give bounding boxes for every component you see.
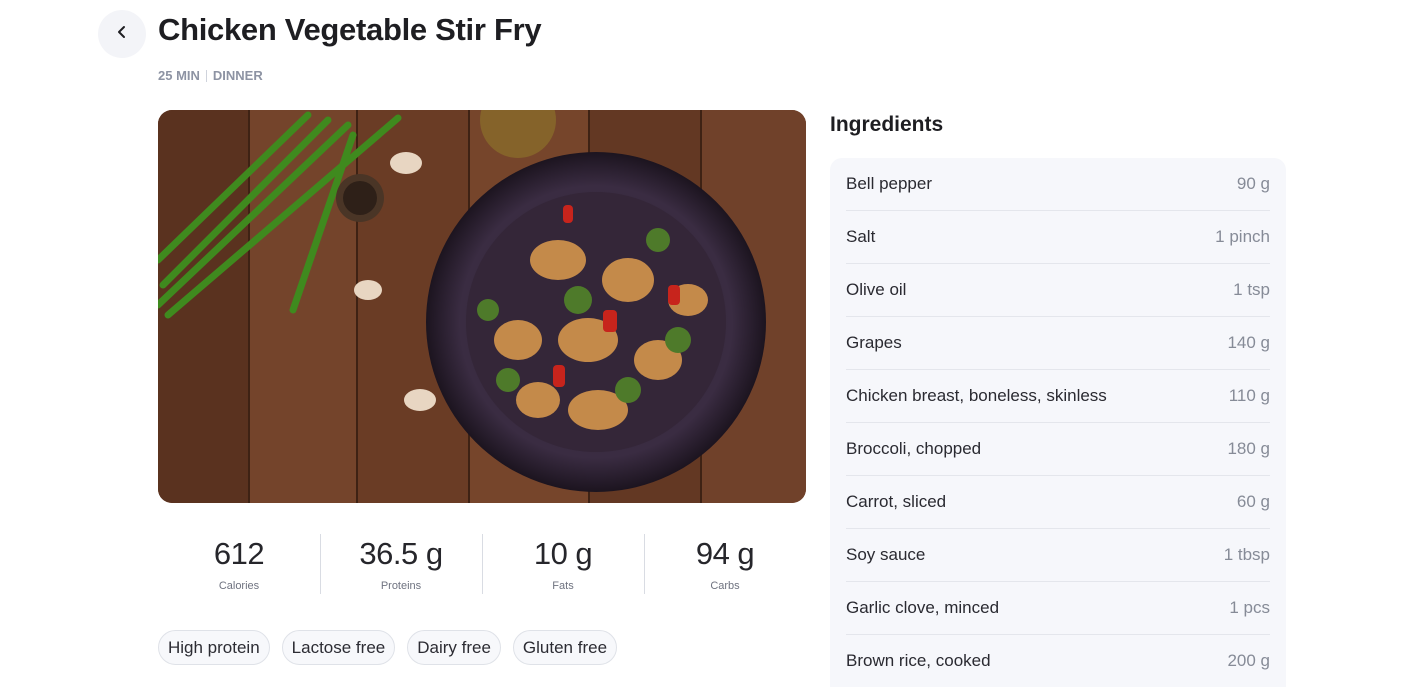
nutrition-value: 36.5 g [359, 536, 443, 571]
ingredient-quantity: 60 g [1236, 492, 1270, 511]
tag-gluten-free[interactable]: Gluten free [512, 630, 618, 665]
ingredient-name: Grapes [846, 333, 902, 352]
ingredient-name: Olive oil [846, 280, 907, 299]
ingredient-row: Bell pepper 90 g [846, 158, 1270, 211]
ingredient-row: Olive oil 1 tsp [846, 264, 1270, 317]
ingredient-quantity: 140 g [1227, 333, 1270, 352]
ingredient-quantity: 110 g [1228, 386, 1270, 405]
ingredient-row: Salt 1 pinch [846, 211, 1270, 264]
nutrition-carbs: 94 g Carbs [644, 534, 806, 596]
ingredient-row: Grapes 140 g [846, 317, 1270, 370]
tag-high-protein[interactable]: High protein [158, 630, 270, 665]
nutrition-proteins: 36.5 g Proteins [320, 534, 482, 596]
ingredient-name: Salt [846, 227, 876, 246]
nutrition-fats: 10 g Fats [482, 534, 644, 596]
diet-tags: High protein Lactose free Dairy free Glu… [158, 630, 618, 665]
meta-divider [205, 70, 207, 82]
ingredients-heading: Ingredients [830, 113, 944, 136]
ingredient-quantity: 180 g [1227, 439, 1270, 458]
nutrition-value: 94 g [695, 536, 755, 571]
recipe-meta: 25 MIN DINNER [158, 68, 263, 84]
ingredient-row: Carrot, sliced 60 g [846, 476, 1270, 529]
tag-lactose-free[interactable]: Lactose free [281, 630, 396, 665]
ingredient-quantity: 1 tbsp [1223, 545, 1270, 564]
recipe-photo [158, 110, 806, 503]
ingredient-name: Broccoli, chopped [846, 439, 982, 458]
ingredient-name: Chicken breast, boneless, skinless [846, 386, 1107, 405]
nutrition-value: 612 [213, 536, 265, 571]
nutrition-summary: 612 Calories 36.5 g Proteins 10 g Fats 9… [158, 534, 806, 596]
cook-time: 25 MIN [158, 68, 200, 83]
ingredient-row: Broccoli, chopped 180 g [846, 423, 1270, 476]
nutrition-label: Calories [218, 580, 260, 592]
ingredient-name: Garlic clove, minced [846, 598, 1000, 617]
tag-dairy-free[interactable]: Dairy free [407, 630, 501, 665]
ingredient-quantity: 1 pcs [1229, 598, 1270, 617]
ingredient-row: Soy sauce 1 tbsp [846, 529, 1270, 582]
ingredient-name: Carrot, sliced [846, 492, 947, 511]
ingredient-row: Garlic clove, minced 1 pcs [846, 582, 1270, 635]
nutrition-calories: 612 Calories [158, 534, 320, 596]
ingredient-quantity: 1 tsp [1233, 280, 1270, 299]
back-button[interactable] [98, 10, 146, 58]
meal-category: DINNER [212, 68, 263, 83]
nutrition-label: Fats [552, 580, 574, 592]
nutrition-value: 10 g [533, 536, 593, 571]
page-title: Chicken Vegetable Stir Fry [158, 12, 542, 47]
ingredient-name: Bell pepper [846, 174, 933, 193]
ingredient-quantity: 90 g [1236, 174, 1270, 193]
nutrition-label: Carbs [710, 580, 740, 592]
ingredient-row: Brown rice, cooked 200 g [846, 635, 1270, 687]
ingredient-name: Brown rice, cooked [846, 651, 991, 670]
ingredient-quantity: 200 g [1227, 651, 1270, 670]
nutrition-label: Proteins [380, 580, 422, 592]
chevron-left-icon [115, 25, 129, 44]
ingredient-row: Chicken breast, boneless, skinless 110 g [846, 370, 1270, 423]
ingredient-name: Soy sauce [846, 545, 926, 564]
ingredient-quantity: 1 pinch [1215, 227, 1270, 246]
ingredients-list: Bell pepper 90 g Salt 1 pinch Olive oil … [830, 158, 1286, 687]
